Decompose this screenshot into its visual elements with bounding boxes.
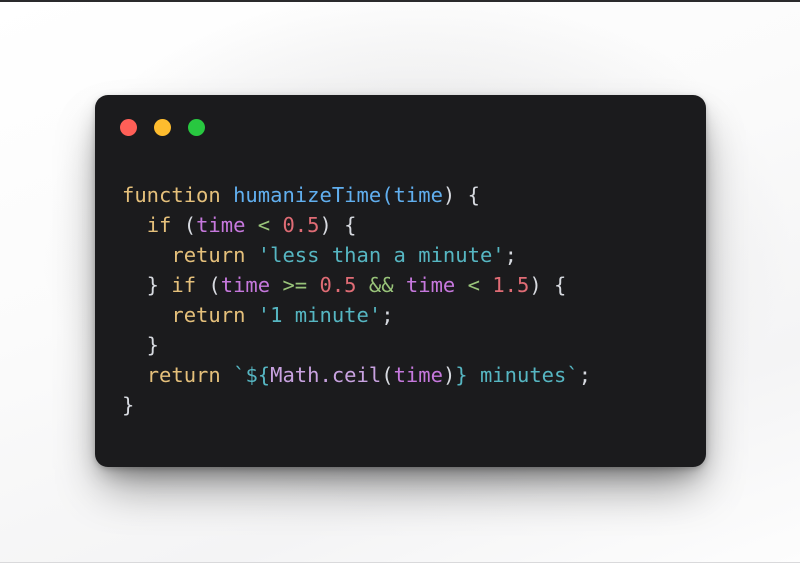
code-line: } xyxy=(122,390,694,420)
page-backdrop: function humanizeTime(time) { if (time <… xyxy=(0,0,800,563)
code-token-interp: ${ xyxy=(245,363,271,387)
code-token-number: 0.5 xyxy=(282,213,320,237)
code-token-punct: } xyxy=(122,393,135,417)
code-line: return `${Math.ceil(time)} minutes`; xyxy=(122,360,694,390)
code-token-punct: } xyxy=(122,333,160,357)
code-token-punct: ; xyxy=(504,243,517,267)
code-line: return 'less than a minute'; xyxy=(122,240,694,270)
code-line: if (time < 0.5) { xyxy=(122,210,694,240)
code-token-string: '1 minute' xyxy=(257,303,382,327)
code-token-keyword: return xyxy=(171,303,246,327)
code-line: } if (time >= 0.5 && time < 1.5) { xyxy=(122,270,694,300)
code-token-string: minutes xyxy=(467,363,567,387)
code-token-operator: < xyxy=(257,213,271,237)
code-token-object: ceil xyxy=(331,363,382,387)
code-token-object: . xyxy=(319,363,332,387)
code-token-punct: ) xyxy=(442,363,456,387)
code-token-punct: { xyxy=(455,183,480,207)
code-token-keyword: function xyxy=(122,183,221,207)
window-title-bar[interactable] xyxy=(95,95,706,165)
code-token-number: 0.5 xyxy=(319,273,357,297)
code-token-keyword: return xyxy=(146,363,221,387)
code-token-operator: < xyxy=(467,273,480,297)
code-token-punct: ; xyxy=(381,303,394,327)
code-token-number: 1.5 xyxy=(492,273,530,297)
code-line: } xyxy=(122,330,694,360)
code-token-keyword: if xyxy=(171,273,197,297)
code-token-punct: ( xyxy=(381,363,394,387)
code-token-keyword: if xyxy=(146,213,172,237)
code-token-operator: && xyxy=(368,273,394,297)
code-token-function: humanizeTime xyxy=(233,183,382,207)
code-token-string: 'less than a minute' xyxy=(257,243,505,267)
code-token-punct: ) xyxy=(319,213,332,237)
code-token-punct: ( xyxy=(171,213,197,237)
code-line: function humanizeTime(time) { xyxy=(122,180,694,210)
code-token-param: time xyxy=(393,183,443,207)
code-token-variable: time xyxy=(220,273,271,297)
top-edge-rule xyxy=(0,0,800,2)
code-token-punct: { xyxy=(541,273,567,297)
code-token-keyword: return xyxy=(171,243,246,267)
code-snippet-window: function humanizeTime(time) { if (time <… xyxy=(95,95,706,467)
code-token-punct: } xyxy=(122,273,160,297)
code-token-variable: time xyxy=(196,213,246,237)
code-line: return '1 minute'; xyxy=(122,300,694,330)
code-block[interactable]: function humanizeTime(time) { if (time <… xyxy=(122,180,694,457)
code-token-punct: { xyxy=(331,213,357,237)
code-token-object: Math xyxy=(270,363,320,387)
code-token-punct: ) xyxy=(442,183,456,207)
minimize-button-icon[interactable] xyxy=(154,119,171,136)
code-token-punct: ) xyxy=(529,273,542,297)
code-token-variable: time xyxy=(405,273,456,297)
code-token-operator: >= xyxy=(282,273,308,297)
code-token-function: ( xyxy=(381,183,394,207)
maximize-button-icon[interactable] xyxy=(188,119,205,136)
code-token-string: ` xyxy=(233,363,246,387)
code-token-variable: time xyxy=(393,363,443,387)
code-token-punct: ; xyxy=(578,363,592,387)
close-button-icon[interactable] xyxy=(120,119,137,136)
code-token-punct: ( xyxy=(196,273,221,297)
code-token-interp: } xyxy=(455,363,468,387)
code-token-string: ` xyxy=(566,363,579,387)
